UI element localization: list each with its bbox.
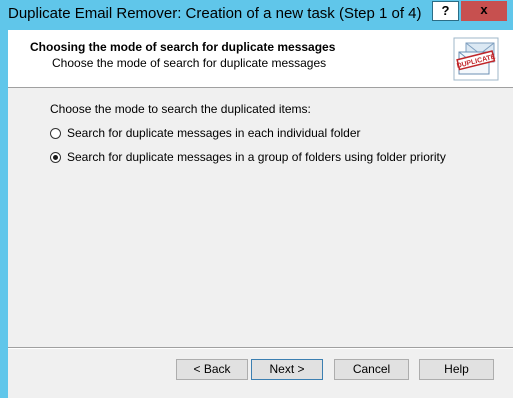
cancel-button[interactable]: Cancel <box>334 359 409 380</box>
wizard-header: Choosing the mode of search for duplicat… <box>8 30 513 88</box>
window-title: Duplicate Email Remover: Creation of a n… <box>8 5 422 22</box>
title-bar[interactable]: Duplicate Email Remover: Creation of a n… <box>0 0 513 30</box>
close-button[interactable]: x <box>461 1 507 21</box>
header-subtitle: Choose the mode of search for duplicate … <box>52 56 327 70</box>
duplicate-envelope-icon: DUPLICATE <box>453 37 499 81</box>
footer-divider <box>8 347 513 349</box>
help-button[interactable]: Help <box>419 359 494 380</box>
mode-prompt: Choose the mode to search the duplicated… <box>50 102 311 116</box>
wizard-client-area: Choosing the mode of search for duplicat… <box>8 30 513 398</box>
wizard-window: Duplicate Email Remover: Creation of a n… <box>0 0 513 398</box>
radio-button[interactable] <box>50 127 61 139</box>
back-button[interactable]: < Back <box>176 359 248 380</box>
help-title-button[interactable]: ? <box>432 1 459 21</box>
header-title: Choosing the mode of search for duplicat… <box>30 40 336 54</box>
option-label[interactable]: Search for duplicate messages in a group… <box>67 150 446 164</box>
option-individual-folder[interactable]: Search for duplicate messages in each in… <box>50 125 361 141</box>
radio-button-selected[interactable] <box>50 151 61 163</box>
option-folder-group-priority[interactable]: Search for duplicate messages in a group… <box>50 149 446 165</box>
option-label[interactable]: Search for duplicate messages in each in… <box>67 126 361 140</box>
next-button[interactable]: Next > <box>251 359 323 380</box>
